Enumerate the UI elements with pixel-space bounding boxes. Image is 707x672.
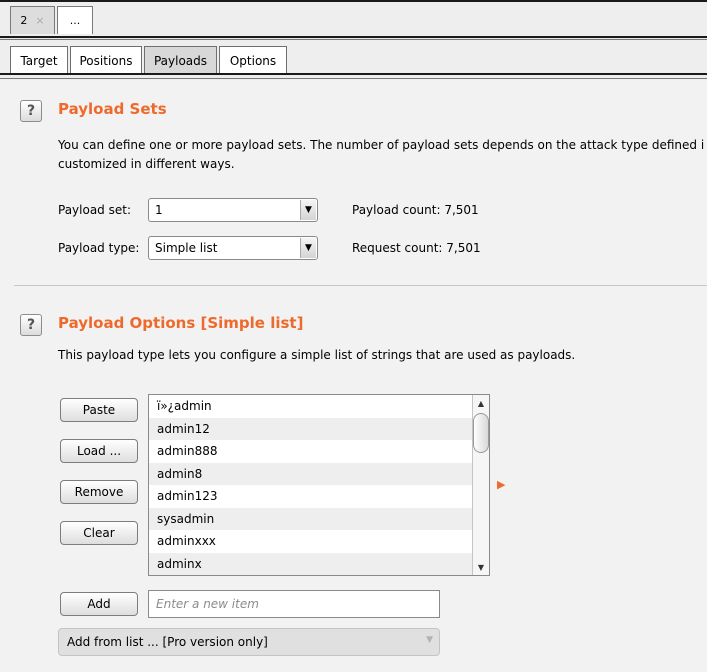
list-item[interactable]: sysadmin — [149, 507, 489, 530]
paste-button[interactable]: Paste — [60, 398, 138, 422]
scroll-thumb[interactable] — [473, 413, 489, 453]
tab-target-label: Target — [20, 53, 58, 68]
list-item[interactable]: admin123 — [149, 485, 489, 508]
new-tab-label: ... — [69, 14, 81, 27]
clear-button[interactable]: Clear — [60, 521, 138, 545]
new-item-input[interactable] — [148, 590, 440, 618]
scroll-down-arrow-icon[interactable]: ▼ — [473, 559, 489, 575]
tab-target[interactable]: Target — [10, 46, 68, 74]
scroll-up-arrow-icon[interactable]: ▲ — [473, 395, 489, 411]
help-glyph: ? — [26, 317, 36, 333]
list-item[interactable]: adminx — [149, 552, 489, 575]
payload-list[interactable]: ï»¿admin admin12 admin888 admin8 admin12… — [148, 394, 490, 576]
orange-pointer-icon: ▶ — [497, 478, 506, 491]
close-icon[interactable]: × — [35, 14, 44, 27]
list-item[interactable]: admin12 — [149, 417, 489, 440]
section-title-payload-sets: Payload Sets — [58, 100, 167, 118]
payload-sets-description-line2: customized in different ways. — [58, 157, 235, 171]
add-from-list-label: Add from list ... [Pro version only] — [67, 635, 268, 649]
new-tab-button[interactable]: ... — [57, 6, 93, 34]
request-count: Request count: 7,501 — [352, 241, 481, 255]
vertical-scrollbar[interactable]: ▲ ▼ — [472, 395, 489, 575]
attack-tab-label: 2 — [20, 14, 28, 27]
chevron-down-icon: ▼ — [426, 635, 433, 645]
payload-type-dropdown[interactable]: Simple list ▼ — [148, 236, 318, 260]
tab-positions-label: Positions — [79, 53, 133, 68]
tab-positions[interactable]: Positions — [70, 46, 142, 74]
payload-set-value: 1 — [155, 203, 163, 217]
remove-button[interactable]: Remove — [60, 480, 138, 504]
inner-tab-divider — [0, 73, 707, 79]
add-from-list-dropdown: Add from list ... [Pro version only] ▼ — [58, 628, 440, 656]
list-item[interactable]: adminxxx — [149, 530, 489, 553]
payload-list-items: ï»¿admin admin12 admin888 admin8 admin12… — [149, 395, 489, 575]
help-icon[interactable]: ? — [20, 100, 42, 122]
tab-options[interactable]: Options — [219, 46, 287, 74]
help-icon[interactable]: ? — [20, 314, 42, 336]
payload-count: Payload count: 7,501 — [352, 203, 479, 217]
tab-payloads-label: Payloads — [153, 53, 208, 68]
tab-options-label: Options — [229, 53, 277, 68]
help-glyph: ? — [26, 103, 36, 119]
payload-set-label: Payload set: — [58, 203, 131, 217]
payload-type-label: Payload type: — [58, 241, 140, 255]
payload-type-value: Simple list — [155, 241, 218, 255]
attack-tab-2[interactable]: 2 × — [10, 6, 55, 34]
add-button[interactable]: Add — [60, 592, 138, 616]
intruder-window: 2 × ... Target Positions Payloads Option… — [0, 0, 707, 672]
list-item[interactable]: admin888 — [149, 440, 489, 463]
list-item[interactable]: ï»¿admin — [149, 395, 489, 418]
load-button[interactable]: Load ... — [60, 439, 138, 463]
payload-set-dropdown[interactable]: 1 ▼ — [148, 198, 318, 222]
chevron-down-icon[interactable]: ▼ — [300, 200, 316, 220]
list-item[interactable]: admin8 — [149, 462, 489, 485]
section-title-payload-options: Payload Options [Simple list] — [58, 314, 304, 332]
payload-sets-description-line1: You can define one or more payload sets.… — [58, 138, 705, 152]
attack-tab-strip: 2 × ... — [0, 0, 707, 40]
tab-payloads[interactable]: Payloads — [144, 46, 217, 74]
chevron-down-icon[interactable]: ▼ — [300, 238, 316, 258]
payload-options-description: This payload type lets you configure a s… — [58, 348, 576, 362]
section-divider — [14, 285, 707, 286]
